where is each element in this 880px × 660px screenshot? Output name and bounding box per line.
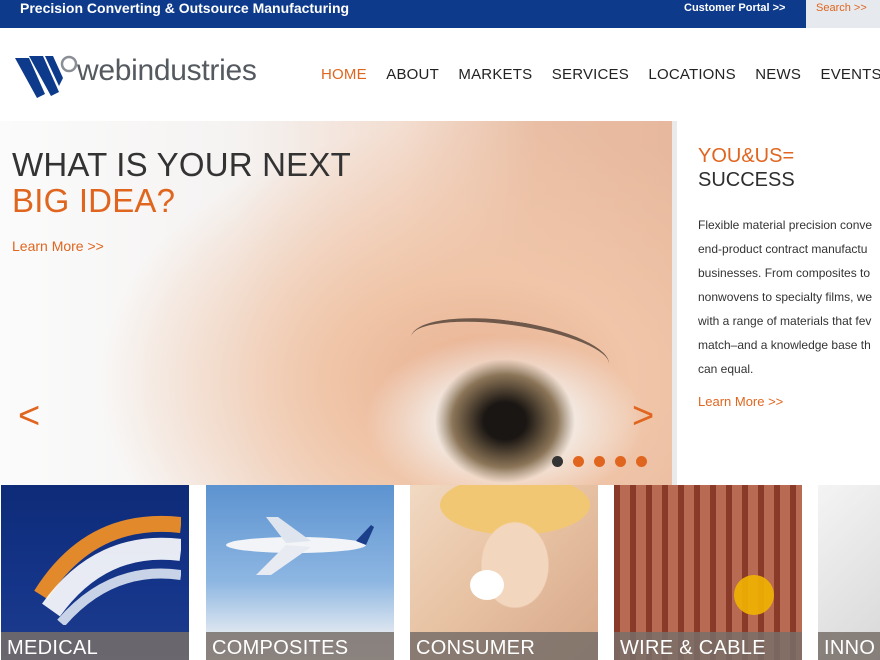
hero-title-line2: BIG IDEA? xyxy=(12,182,176,219)
tile-composites[interactable]: COMPOSITES xyxy=(206,485,394,660)
top-bar: Precision Converting & Outsource Manufac… xyxy=(0,0,880,28)
logo[interactable]: webindustries xyxy=(15,52,265,102)
hero-title-line1: WHAT IS YOUR NEXT xyxy=(12,146,351,183)
nav-home[interactable]: HOME xyxy=(321,66,367,83)
promo-line: end-product contract manufactu xyxy=(698,242,868,256)
slider-dot-4[interactable] xyxy=(615,456,626,467)
tile-label: INNO xyxy=(818,632,880,660)
slider-prev-arrow-icon[interactable]: < xyxy=(18,396,40,436)
nav-locations[interactable]: LOCATIONS xyxy=(648,66,735,83)
promo-text: Flexible material precision conve end-pr… xyxy=(698,213,880,381)
hero-slider: WHAT IS YOUR NEXT BIG IDEA? Learn More >… xyxy=(0,121,672,485)
promo-line: businesses. From composites to xyxy=(698,266,871,280)
promo-line: with a range of materials that fev xyxy=(698,314,872,328)
logo-mark-icon xyxy=(15,55,78,98)
promo-line: can equal. xyxy=(698,362,754,376)
medical-strips-image xyxy=(34,515,181,625)
main-nav: HOME ABOUT MARKETS SERVICES LOCATIONS NE… xyxy=(321,66,880,84)
promo-title-b: SUCCESS xyxy=(698,169,795,191)
tile-medical[interactable]: MEDICAL xyxy=(1,485,189,660)
tile-innovation[interactable]: INNO xyxy=(818,485,880,660)
tile-wire-cable[interactable]: WIRE & CABLE xyxy=(614,485,802,660)
promo-title: YOU&US= SUCCESS xyxy=(698,144,795,192)
slider-dot-1[interactable] xyxy=(552,456,563,467)
hero-learn-more-link[interactable]: Learn More >> xyxy=(12,238,104,254)
logo-text: webindustries xyxy=(77,54,257,87)
nav-about[interactable]: ABOUT xyxy=(386,66,439,83)
promo-line: nonwovens to specialty films, we xyxy=(698,290,873,304)
nav-services[interactable]: SERVICES xyxy=(552,66,629,83)
tile-label: CONSUMER xyxy=(410,632,598,660)
promo-learn-more-link[interactable]: Learn More >> xyxy=(698,394,783,409)
cotton-pad-image xyxy=(470,570,504,600)
slider-next-arrow-icon[interactable]: > xyxy=(632,396,654,436)
promo-line: Flexible material precision conve xyxy=(698,218,873,232)
tile-label: MEDICAL xyxy=(1,632,189,660)
worker-image xyxy=(734,575,774,615)
hero-eye-image xyxy=(406,307,614,395)
nav-markets[interactable]: MARKETS xyxy=(458,66,532,83)
tile-label: COMPOSITES xyxy=(206,632,394,660)
slider-dot-3[interactable] xyxy=(594,456,605,467)
search-label: Search >> xyxy=(816,2,867,14)
customer-portal-link[interactable]: Customer Portal >> xyxy=(684,0,785,16)
tile-consumer[interactable]: CONSUMER xyxy=(410,485,598,660)
consumer-face-image xyxy=(460,495,570,635)
promo-panel: YOU&US= SUCCESS Flexible material precis… xyxy=(672,121,880,485)
nav-news[interactable]: NEWS xyxy=(755,66,801,83)
slider-pagination xyxy=(552,454,657,472)
slider-dot-5[interactable] xyxy=(636,456,647,467)
promo-line: match–and a knowledge base th xyxy=(698,338,871,352)
nav-events[interactable]: EVENTS xyxy=(821,66,880,83)
header: webindustries HOME ABOUT MARKETS SERVICE… xyxy=(0,28,880,121)
market-tiles: MEDICAL COMPOSITES CONSUMER WIRE & CABLE… xyxy=(0,485,880,660)
hero-title: WHAT IS YOUR NEXT BIG IDEA? xyxy=(12,147,351,219)
slider-dot-2[interactable] xyxy=(573,456,584,467)
promo-title-a: YOU&US= xyxy=(698,145,795,167)
tile-label: WIRE & CABLE xyxy=(614,632,802,660)
search-button[interactable]: Search >> xyxy=(806,0,880,28)
airplane-image xyxy=(226,517,374,575)
tagline: Precision Converting & Outsource Manufac… xyxy=(20,0,350,16)
